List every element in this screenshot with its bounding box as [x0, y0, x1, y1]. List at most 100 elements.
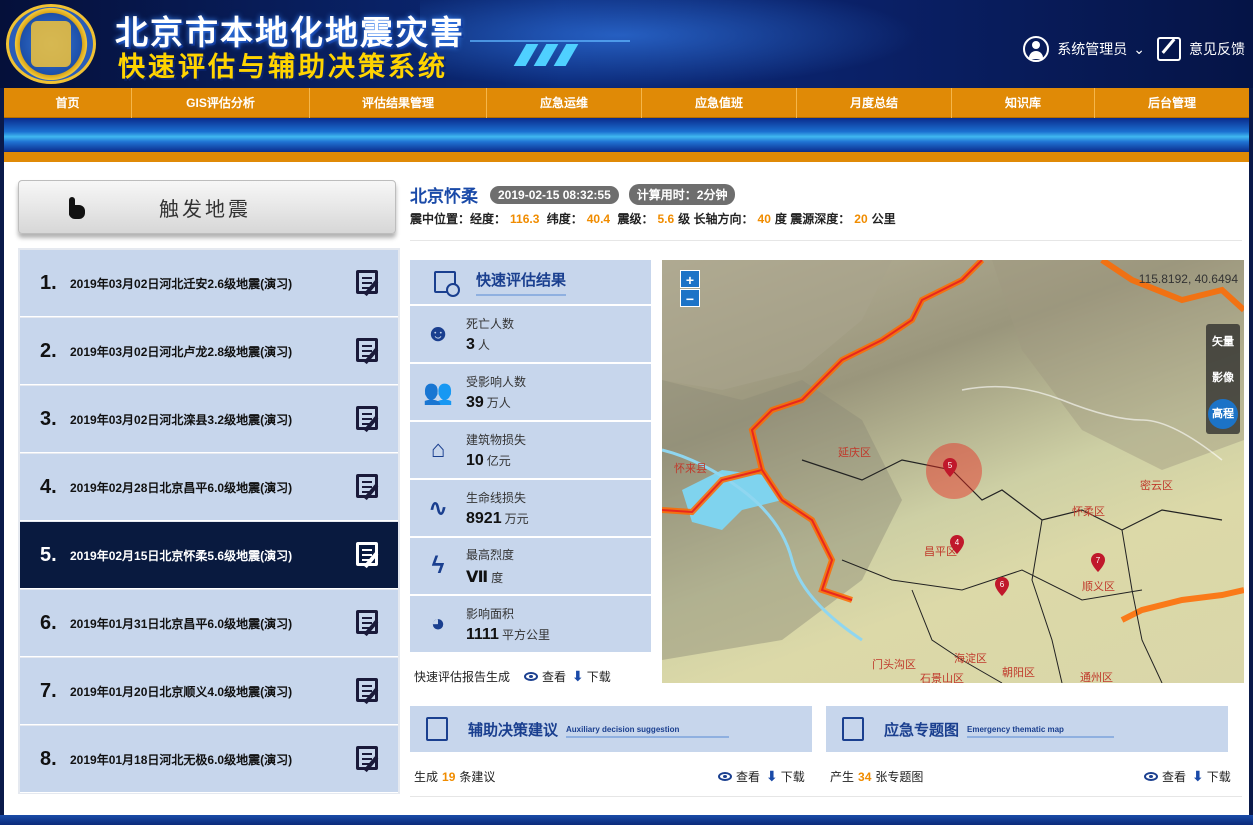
earthquake-list-item[interactable]: 1. 2019年03月02日河北迁安2.6级地震(演习) [20, 250, 398, 317]
place-label: 门头沟区 [872, 659, 916, 671]
depth-value: 20 [854, 212, 868, 226]
item-number: 4. [40, 475, 57, 498]
chevron-down-icon[interactable]: ⌄ [1133, 41, 1145, 58]
thematic-card[interactable]: 应急专题图 Emergency thematic map [826, 706, 1228, 752]
nav-item-ops[interactable]: 应急运维 [487, 88, 642, 118]
item-text: 2019年02月28日北京昌平6.0级地震(演习) [70, 480, 293, 495]
earthquake-list-item[interactable]: 7. 2019年01月20日北京顺义4.0级地震(演习) [20, 658, 398, 725]
param-unit: 度 [774, 212, 787, 226]
eye-icon[interactable] [718, 772, 732, 781]
param-unit: 公里 [871, 212, 896, 226]
nav-item-duty[interactable]: 应急值班 [642, 88, 797, 118]
view-link[interactable]: 查看 [1162, 768, 1186, 785]
nav-item-gis[interactable]: GIS评估分析 [132, 88, 310, 118]
layer-satellite[interactable]: 影像 [1206, 360, 1240, 396]
earthquake-list-item[interactable]: 8. 2019年01月18日河北无极6.0级地震(演习) [20, 726, 398, 793]
edit-icon[interactable] [356, 746, 378, 770]
decision-title: 辅助决策建议 [468, 721, 559, 739]
trigger-label: 触发地震 [159, 198, 251, 221]
lightning-icon: ϟ [431, 552, 445, 579]
earthquake-list-item[interactable]: 6. 2019年01月31日北京昌平6.0级地震(演习) [20, 590, 398, 657]
edit-icon[interactable] [356, 542, 378, 566]
result-value: Ⅶ [466, 568, 489, 586]
zoom-in-button[interactable]: + [680, 270, 700, 288]
param-unit: 级 [678, 212, 691, 226]
place-label: 密云区 [1140, 480, 1173, 492]
layer-vector[interactable]: 矢量 [1206, 324, 1240, 360]
user-menu[interactable]: 系统管理员 [1057, 39, 1127, 59]
earthquake-list-item[interactable]: 2. 2019年03月02日河北卢龙2.8级地震(演习) [20, 318, 398, 385]
download-icon[interactable]: ⬇ [572, 668, 584, 685]
edit-icon[interactable] [356, 474, 378, 498]
edit-icon[interactable] [356, 406, 378, 430]
eye-icon[interactable] [1144, 772, 1158, 781]
thematic-row: 产生 34 张专题图 [830, 768, 923, 785]
place-label: 朝阳区 [1002, 667, 1035, 679]
view-link[interactable]: 查看 [542, 668, 566, 685]
decision-card[interactable]: 辅助决策建议 Auxiliary decision suggestion [410, 706, 812, 752]
footer-bar [0, 815, 1253, 825]
longitude-value: 116.3 [510, 212, 540, 226]
earthquake-list-item-selected[interactable]: 5. 2019年02月15日北京怀柔5.6级地震(演习) [20, 522, 398, 589]
divider [410, 240, 1242, 241]
place-label: 怀柔区 [1072, 506, 1105, 518]
edit-icon[interactable] [356, 610, 378, 634]
download-icon[interactable]: ⬇ [766, 768, 778, 785]
download-link[interactable]: 下载 [587, 668, 611, 685]
hand-pointer-icon [59, 193, 89, 221]
logo-emblem [31, 21, 71, 67]
result-label: 影响面积 [466, 606, 515, 621]
result-item: ◕ 影响面积 1111 平方公里 [410, 596, 651, 654]
nav-item-monthly[interactable]: 月度总结 [797, 88, 952, 118]
calc-time-badge: 计算用时：2分钟 [628, 184, 736, 205]
nav-item-admin[interactable]: 后台管理 [1095, 88, 1249, 118]
edit-icon[interactable] [356, 270, 378, 294]
edit-icon[interactable] [356, 338, 378, 362]
pie-icon: ◕ [430, 610, 446, 637]
result-label: 受影响人数 [466, 374, 527, 389]
result-label: 生命线损失 [466, 490, 527, 505]
item-number: 8. [40, 747, 57, 770]
map-view[interactable]: + − 115.8192, 40.6494 矢量 影像 高程 延庆区 怀来县 密… [662, 260, 1244, 683]
edit-icon[interactable] [356, 678, 378, 702]
result-value: 8921 [466, 509, 502, 527]
place-label: 通州区 [1080, 672, 1113, 683]
results-panel: 快速评估结果 ☻ 死亡人数 3人 👥 受影响人数 39 万人 ⌂ 建筑物损失 10… [410, 260, 651, 656]
download-icon[interactable]: ⬇ [1192, 768, 1204, 785]
event-location: 北京怀柔 [410, 187, 478, 206]
result-unit: 亿元 [486, 453, 511, 468]
result-item: ☻ 死亡人数 3人 [410, 306, 651, 364]
latitude-value: 40.4 [586, 212, 611, 226]
zoom-out-button[interactable]: − [680, 289, 700, 307]
coordinate-readout: 115.8192, 40.6494 [1138, 272, 1238, 286]
row-suffix: 条建议 [459, 770, 496, 784]
item-number: 7. [40, 679, 57, 702]
earthquake-list-item[interactable]: 3. 2019年03月02日河北滦县3.2级地震(演习) [20, 386, 398, 453]
nav-item-knowledge[interactable]: 知识库 [952, 88, 1095, 118]
eye-icon[interactable] [524, 672, 539, 681]
item-text: 2019年02月15日北京怀柔5.6级地震(演习) [70, 548, 293, 563]
layer-switcher: 矢量 影像 高程 [1206, 324, 1240, 434]
event-parameters: 震中位置：经度： 116.3 纬度： 40.4 震级： 5.6 级 长轴方向： 40 度 震… [410, 210, 896, 227]
nav-item-home[interactable]: 首页 [4, 88, 132, 118]
feedback-link[interactable]: 意见反馈 [1189, 39, 1245, 59]
decision-subtitle: Auxiliary decision suggestion [566, 725, 730, 738]
nav-item-results[interactable]: 评估结果管理 [310, 88, 487, 118]
layer-elevation[interactable]: 高程 [1208, 399, 1238, 429]
result-unit: 度 [491, 570, 504, 585]
main-content: 触发地震 1. 2019年03月02日河北迁安2.6级地震(演习) 2. 201… [4, 168, 1249, 815]
item-number: 1. [40, 271, 57, 294]
place-label: 石景山区 [920, 673, 964, 683]
view-link[interactable]: 查看 [736, 768, 760, 785]
user-avatar-icon[interactable] [1023, 36, 1050, 62]
event-title-row: 北京怀柔 2019-02-15 08:32:55 计算用时：2分钟 [410, 182, 745, 207]
decor-banner [4, 118, 1249, 152]
row-prefix: 产生 [830, 770, 855, 784]
feedback-edit-icon[interactable] [1157, 37, 1181, 61]
trigger-earthquake-button[interactable]: 触发地震 [18, 180, 396, 234]
earthquake-list-item[interactable]: 4. 2019年02月28日北京昌平6.0级地震(演习) [20, 454, 398, 521]
thematic-actions: 查看 ⬇ 下载 [1130, 768, 1231, 785]
download-link[interactable]: 下载 [1207, 768, 1231, 785]
download-link[interactable]: 下载 [781, 768, 805, 785]
results-title: 快速评估结果 [476, 269, 567, 296]
